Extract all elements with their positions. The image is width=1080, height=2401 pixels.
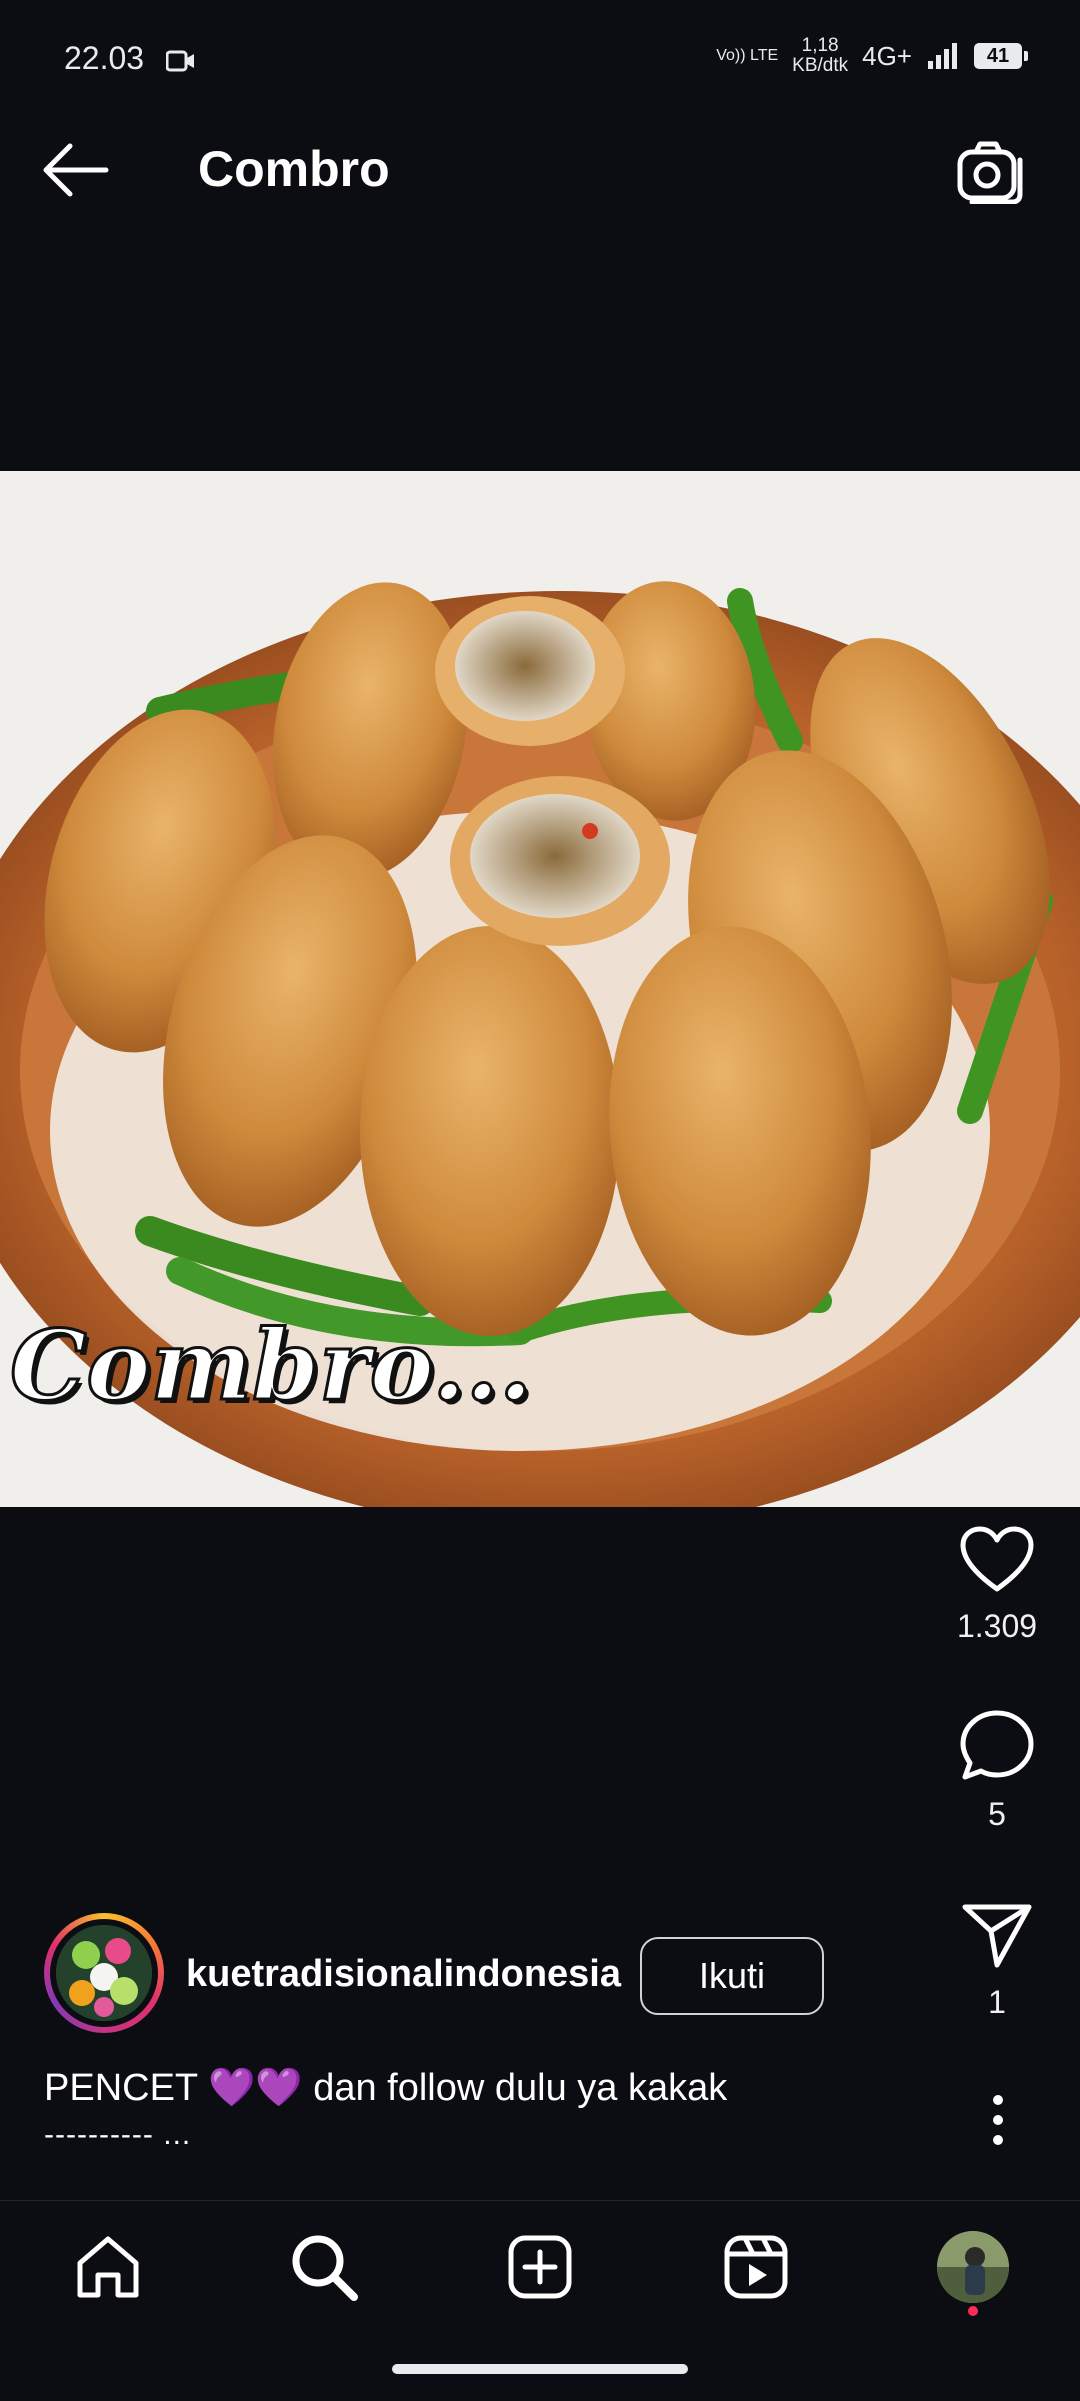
nav-home[interactable] (63, 2222, 153, 2312)
caption-more[interactable]: ---------- ... (44, 2118, 191, 2152)
camera-button[interactable] (956, 140, 1028, 204)
avatar-image (56, 1925, 152, 2021)
heart-icon[interactable] (959, 1525, 1035, 1593)
post-photo[interactable]: Combro... (0, 471, 1080, 1507)
more-options-icon[interactable] (974, 2092, 1022, 2148)
profile-avatar (937, 2231, 1009, 2303)
share-action: 1 (937, 1901, 1057, 2021)
image-overlay-text: Combro... (8, 1308, 533, 1424)
comment-icon[interactable] (959, 1709, 1035, 1781)
battery-indicator: 41 (974, 43, 1028, 69)
author-username[interactable]: kuetradisionalindonesia (186, 1953, 621, 1996)
home-indicator[interactable] (392, 2364, 688, 2374)
like-action: 1.309 (937, 1525, 1057, 1645)
network-speed: 1,18 KB/dtk (792, 35, 849, 76)
home-icon (77, 2236, 139, 2298)
screen-record-icon (166, 50, 194, 72)
comment-action: 5 (937, 1709, 1057, 1833)
notification-dot (968, 2306, 978, 2316)
signal-icon (928, 43, 957, 69)
nav-search[interactable] (279, 2222, 369, 2312)
post-caption[interactable]: PENCET 💜💜 dan follow dulu ya kakak (44, 2066, 727, 2110)
network-type: 4G+ (862, 40, 912, 71)
add-post-icon (508, 2235, 572, 2299)
comment-count: 5 (988, 1796, 1006, 1832)
nav-reels[interactable] (711, 2222, 801, 2312)
nav-profile[interactable] (928, 2222, 1018, 2312)
volte-indicator: Vo)) LTE (716, 47, 779, 64)
status-indicators: Vo)) LTE 1,18 KB/dtk 4G+ 41 (716, 35, 1028, 76)
reels-icon (724, 2235, 788, 2299)
author-avatar[interactable] (44, 1913, 164, 2033)
like-count: 1.309 (956, 1608, 1038, 1644)
share-count: 1 (988, 1984, 1006, 2020)
search-icon (292, 2235, 358, 2301)
follow-button[interactable]: Ikuti (640, 1937, 824, 2015)
send-icon[interactable] (959, 1901, 1035, 1969)
page-title: Combro (198, 141, 390, 197)
status-time: 22.03 (64, 40, 145, 76)
back-button[interactable] (40, 140, 112, 200)
nav-create[interactable] (495, 2222, 585, 2312)
